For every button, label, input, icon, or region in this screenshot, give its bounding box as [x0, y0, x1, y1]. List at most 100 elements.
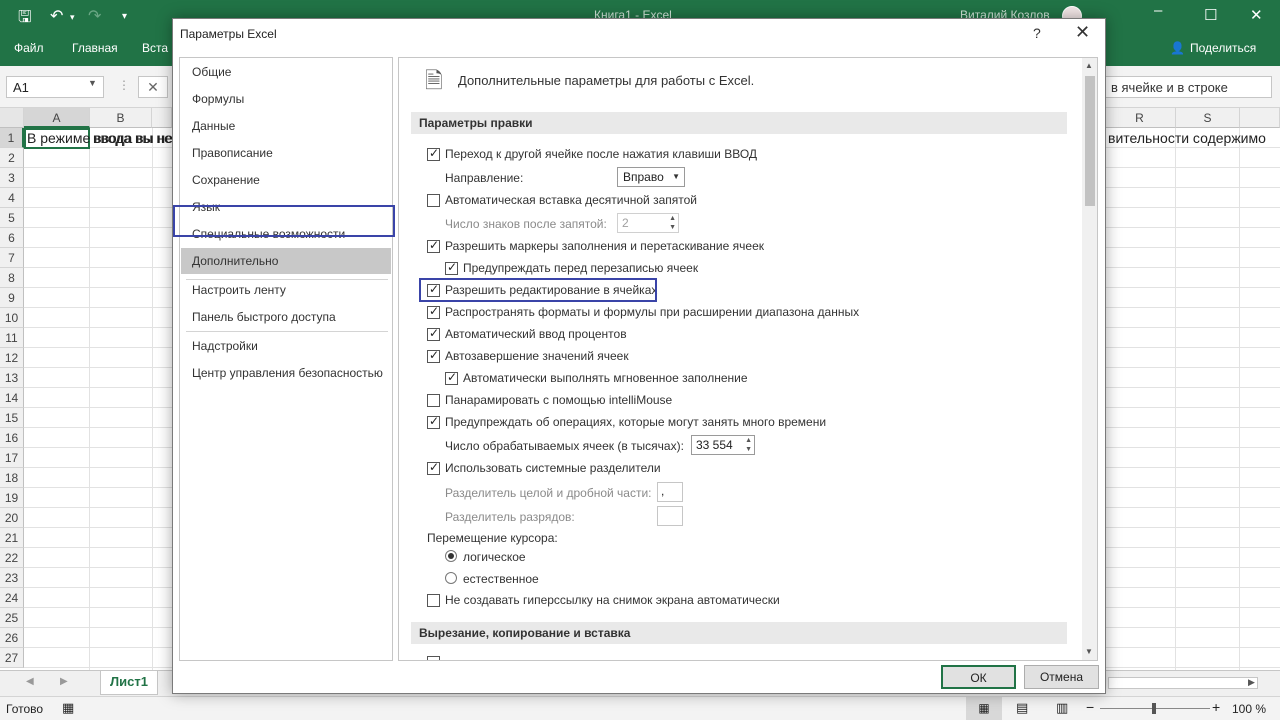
- decimal-separator-input[interactable]: ,: [657, 482, 683, 502]
- options-content[interactable]: 🗎 Дополнительные параметры для работы с …: [398, 57, 1098, 661]
- horizontal-scrollbar[interactable]: [1108, 677, 1258, 689]
- row-header[interactable]: 1: [0, 128, 24, 148]
- tab-file[interactable]: Файл: [14, 41, 44, 55]
- radio-cursor-logical[interactable]: [445, 550, 457, 562]
- maximize-icon[interactable]: ☐: [1204, 6, 1217, 24]
- row-header[interactable]: 20: [0, 508, 24, 528]
- row-header[interactable]: 3: [0, 168, 24, 188]
- row-header[interactable]: 6: [0, 228, 24, 248]
- checkbox-warn-long-ops[interactable]: [427, 414, 440, 429]
- radio-cursor-visual[interactable]: [445, 572, 457, 584]
- row-header[interactable]: 9: [0, 288, 24, 308]
- column-header-r[interactable]: R: [1104, 108, 1176, 128]
- cells-count-spinner[interactable]: 33 554 ▲ ▼: [691, 435, 755, 455]
- checkbox-fill-handle[interactable]: [427, 238, 440, 253]
- nav-item-customize-ribbon[interactable]: Настроить ленту: [181, 277, 391, 303]
- zoom-slider-handle[interactable]: [1152, 703, 1156, 714]
- nav-item-proofing[interactable]: Правописание: [181, 140, 391, 166]
- row-header[interactable]: 8: [0, 268, 24, 288]
- vertical-scrollbar[interactable]: ▲ ▼: [1082, 58, 1097, 660]
- macro-record-icon[interactable]: ▦: [62, 700, 74, 716]
- redo-icon[interactable]: ↷: [88, 6, 101, 26]
- row-header[interactable]: 24: [0, 588, 24, 608]
- nav-item-save[interactable]: Сохранение: [181, 167, 391, 193]
- nav-item-advanced[interactable]: Дополнительно: [181, 248, 391, 274]
- nav-item-addins[interactable]: Надстройки: [181, 333, 391, 359]
- share-button[interactable]: Поделиться: [1190, 41, 1256, 55]
- row-header[interactable]: 2: [0, 148, 24, 168]
- checkbox-partial[interactable]: [427, 656, 440, 660]
- nav-item-formulas[interactable]: Формулы: [181, 86, 391, 112]
- row-header[interactable]: 19: [0, 488, 24, 508]
- zoom-in-icon[interactable]: +: [1212, 699, 1220, 715]
- row-header[interactable]: 14: [0, 388, 24, 408]
- row-header[interactable]: 18: [0, 468, 24, 488]
- row-header[interactable]: 27: [0, 648, 24, 668]
- row-header[interactable]: 13: [0, 368, 24, 388]
- tab-insert[interactable]: Вста: [142, 41, 168, 55]
- row-header[interactable]: 25: [0, 608, 24, 628]
- page-break-icon[interactable]: ▥: [1056, 700, 1068, 716]
- nav-item-general[interactable]: Общие: [181, 59, 391, 85]
- sheet-tab-list1[interactable]: Лист1: [100, 671, 158, 695]
- zoom-level[interactable]: 100 %: [1232, 702, 1266, 716]
- prev-sheet-icon[interactable]: ◀: [26, 676, 34, 687]
- zoom-out-icon[interactable]: −: [1086, 699, 1094, 715]
- checkbox-auto-percent[interactable]: [427, 326, 440, 341]
- checkbox-auto-decimal[interactable]: [427, 194, 440, 207]
- checkbox-no-hyperlink[interactable]: [427, 594, 440, 607]
- customize-qat-icon[interactable]: ▾: [122, 11, 127, 22]
- checkbox-warn-overwrite[interactable]: [445, 260, 458, 275]
- row-header[interactable]: 23: [0, 568, 24, 588]
- nav-item-data[interactable]: Данные: [181, 113, 391, 139]
- close-window-icon[interactable]: ✕: [1250, 6, 1263, 24]
- scroll-right-icon[interactable]: ▶: [1248, 677, 1255, 688]
- row-header[interactable]: 5: [0, 208, 24, 228]
- column-header-partial[interactable]: [1240, 108, 1280, 128]
- ok-button[interactable]: ОК: [941, 665, 1016, 689]
- cancel-button[interactable]: Отмена: [1024, 665, 1099, 689]
- nav-item-quick-access-toolbar[interactable]: Панель быстрого доступа: [181, 304, 391, 330]
- select-all-corner[interactable]: [0, 108, 24, 128]
- row-header[interactable]: 7: [0, 248, 24, 268]
- tab-home[interactable]: Главная: [72, 41, 118, 55]
- cell-a1[interactable]: В режиме ввода вы не: [24, 128, 173, 149]
- column-header-partial[interactable]: [152, 108, 172, 128]
- undo-dropdown-icon[interactable]: ▾: [70, 12, 75, 23]
- row-header[interactable]: 22: [0, 548, 24, 568]
- row-header[interactable]: 11: [0, 328, 24, 348]
- column-header-a[interactable]: A: [24, 108, 90, 128]
- page-layout-icon[interactable]: ▤: [1016, 700, 1028, 716]
- checkbox-flash-fill[interactable]: [445, 370, 458, 385]
- chevron-down-icon[interactable]: ▼: [88, 78, 97, 88]
- row-header[interactable]: 4: [0, 188, 24, 208]
- undo-icon[interactable]: ↶: [50, 6, 63, 26]
- checkbox-autocomplete[interactable]: [427, 348, 440, 363]
- column-header-b[interactable]: B: [90, 108, 152, 128]
- row-header[interactable]: 12: [0, 348, 24, 368]
- checkbox-intellimouse[interactable]: [427, 394, 440, 407]
- row-header[interactable]: 26: [0, 628, 24, 648]
- thousands-separator-input[interactable]: [657, 506, 683, 526]
- scrollbar-thumb[interactable]: [1085, 76, 1095, 206]
- row-header[interactable]: 10: [0, 308, 24, 328]
- normal-view-icon[interactable]: ▦: [966, 697, 1002, 720]
- row-header[interactable]: 21: [0, 528, 24, 548]
- checkbox-move-after-enter[interactable]: [427, 146, 440, 161]
- column-header-s[interactable]: S: [1176, 108, 1240, 128]
- close-icon[interactable]: ✕: [1075, 22, 1090, 43]
- checkbox-extend-formats[interactable]: [427, 304, 440, 319]
- minimize-icon[interactable]: ‒: [1154, 2, 1162, 19]
- decimal-places-spinner[interactable]: 2 ▲ ▼: [617, 213, 679, 233]
- nav-item-trust-center[interactable]: Центр управления безопасностью: [181, 360, 391, 386]
- checkbox-system-separators[interactable]: [427, 460, 440, 475]
- help-button[interactable]: ?: [1033, 25, 1041, 41]
- formula-bar-input[interactable]: в ячейке и в строке: [1104, 76, 1272, 98]
- row-header[interactable]: 15: [0, 408, 24, 428]
- row-header[interactable]: 16: [0, 428, 24, 448]
- direction-select[interactable]: Вправо ▼: [617, 167, 685, 187]
- row-header[interactable]: 17: [0, 448, 24, 468]
- scroll-down-icon[interactable]: ▼: [1085, 647, 1093, 656]
- cancel-entry-icon[interactable]: ✕: [138, 76, 168, 98]
- share-icon[interactable]: 👤: [1170, 41, 1185, 55]
